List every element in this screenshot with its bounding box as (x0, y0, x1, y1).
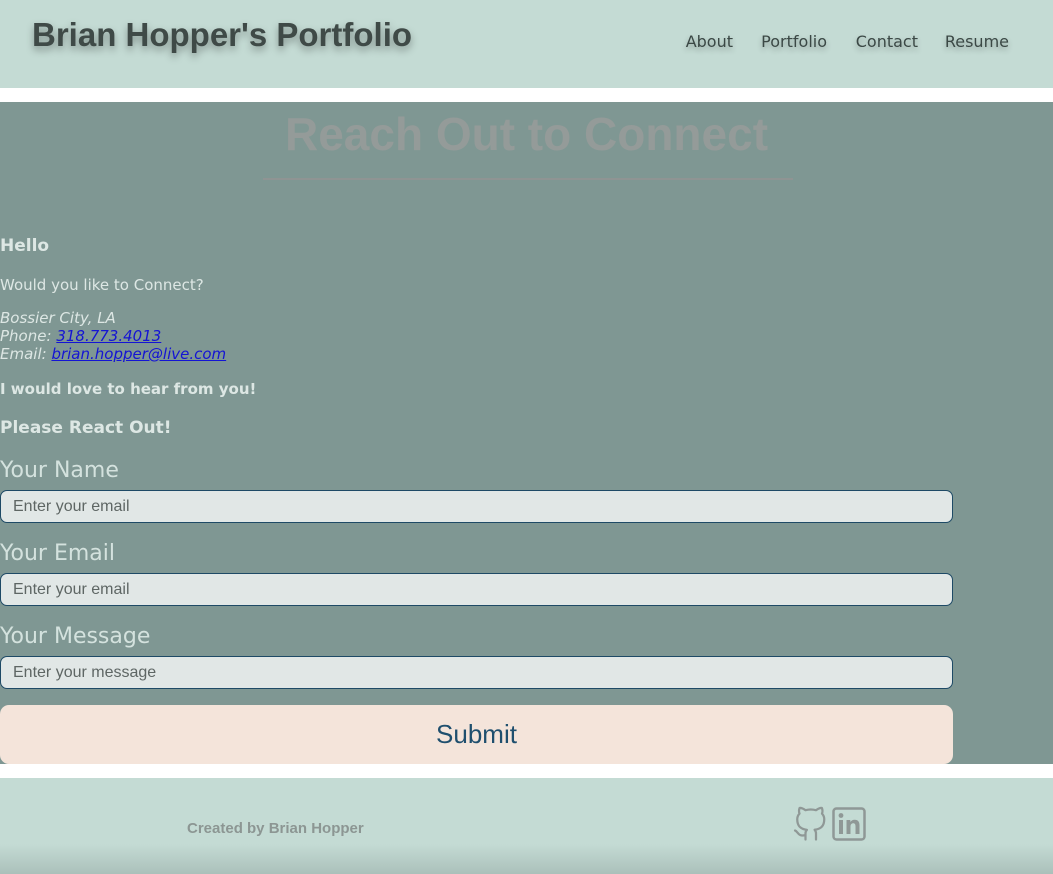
contact-address: Bossier City, LA Phone: 318.773.4013 Ema… (0, 309, 226, 363)
email-label: Email: (0, 345, 47, 363)
footer-shadow (0, 844, 1053, 874)
email-input[interactable] (0, 573, 953, 606)
linkedin-link[interactable] (832, 807, 866, 846)
github-link[interactable] (792, 806, 828, 848)
nav-link-about[interactable]: About (686, 32, 733, 51)
footer-credit: Created by Brian Hopper (187, 820, 364, 837)
email-link[interactable]: brian.hopper@live.com (51, 345, 226, 363)
submit-button[interactable]: Submit (0, 705, 953, 764)
love-text: I would love to hear from you! (0, 380, 257, 398)
nav-link-resume[interactable]: Resume (945, 32, 1009, 51)
phone-line: Phone: 318.773.4013 (0, 327, 226, 345)
message-input[interactable] (0, 656, 953, 689)
greeting-heading: Hello (0, 236, 50, 256)
nav-link-contact[interactable]: Contact (856, 32, 918, 51)
nav-link-portfolio[interactable]: Portfolio (761, 32, 827, 51)
reach-out-heading: Please React Out! (0, 418, 172, 438)
phone-label: Phone: (0, 327, 52, 345)
site-header: Brian Hopper's Portfolio About Portfolio… (0, 0, 1053, 88)
message-label: Your Message (0, 624, 151, 649)
name-input[interactable] (0, 490, 953, 523)
contact-section: Reach Out to Connect Hello Would you lik… (0, 102, 1053, 764)
connect-question: Would you like to Connect? (0, 276, 204, 294)
linkedin-icon (832, 807, 866, 845)
location-text: Bossier City, LA (0, 309, 116, 327)
phone-link[interactable]: 318.773.4013 (56, 327, 161, 345)
email-field-label: Your Email (0, 541, 115, 566)
page-title: Reach Out to Connect (284, 108, 769, 160)
site-footer: Created by Brian Hopper (0, 778, 1053, 874)
email-line: Email: brian.hopper@live.com (0, 345, 226, 363)
heading-divider (263, 178, 793, 180)
name-label: Your Name (0, 458, 119, 483)
site-title: Brian Hopper's Portfolio (32, 16, 413, 53)
